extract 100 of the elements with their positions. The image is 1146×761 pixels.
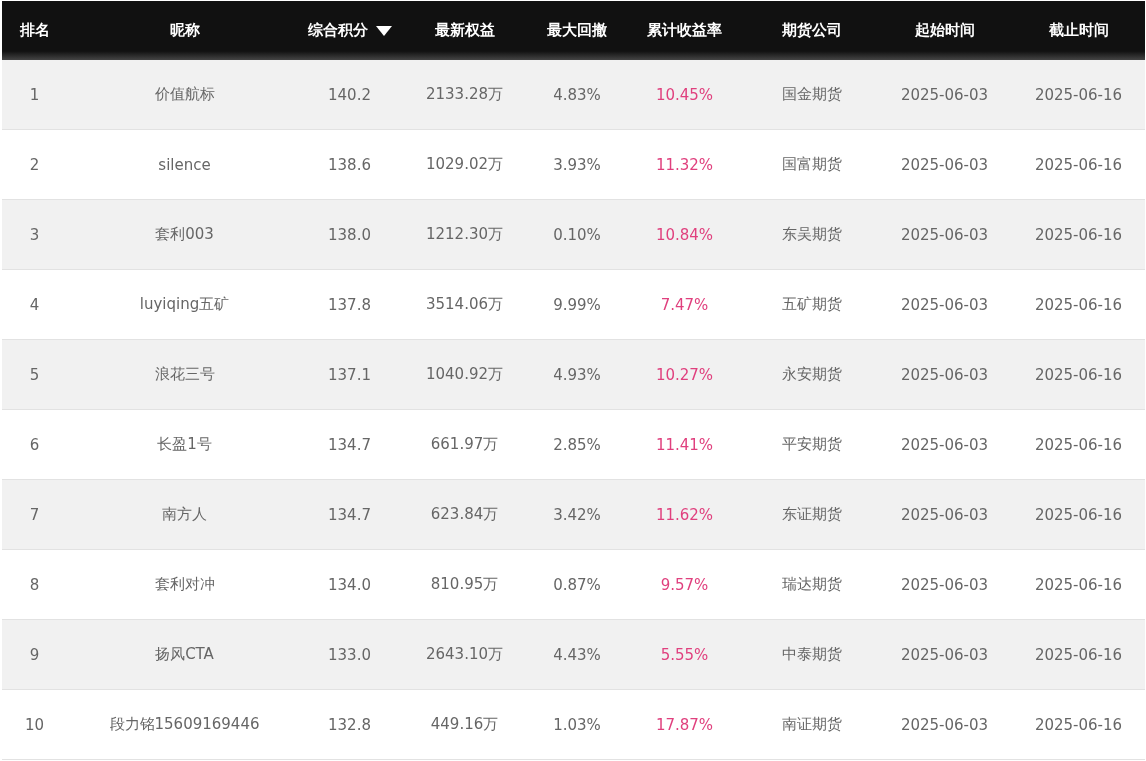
table-cell: 2133.28万: [397, 60, 532, 130]
table-cell: 2025-06-03: [877, 479, 1012, 550]
column-header[interactable]: 截止时间: [1012, 1, 1145, 60]
table-cell: 3514.06万: [397, 269, 532, 340]
table-cell: 7: [2, 479, 67, 550]
column-header[interactable]: 累计收益率: [622, 1, 747, 60]
sort-descending-icon[interactable]: [375, 25, 392, 36]
table-cell: 永安期货: [747, 339, 877, 410]
table-cell: 扬风CTA: [67, 619, 302, 690]
table-cell: 2025-06-16: [1012, 689, 1145, 760]
table-cell: 133.0: [302, 619, 397, 690]
table-cell: 9.99%: [532, 269, 622, 340]
table-cell: 东吴期货: [747, 199, 877, 270]
table-cell: 2025-06-03: [877, 60, 1012, 130]
table-cell: 2025-06-03: [877, 339, 1012, 410]
table-cell: 10.27%: [622, 339, 747, 410]
table-cell: 2025-06-16: [1012, 619, 1145, 690]
table-cell: 7.47%: [622, 269, 747, 340]
table-cell: 3.42%: [532, 479, 622, 550]
table-cell: 134.0: [302, 549, 397, 620]
table-cell: 2025-06-16: [1012, 129, 1145, 200]
table-cell: silence: [67, 129, 302, 200]
table-cell: 6: [2, 409, 67, 480]
table-cell: 套利对冲: [67, 549, 302, 620]
table-cell: 五矿期货: [747, 269, 877, 340]
column-header[interactable]: 期货公司: [747, 1, 877, 60]
table-cell: 1040.92万: [397, 339, 532, 410]
column-header[interactable]: 最大回撤: [532, 1, 622, 60]
table-cell: 4.43%: [532, 619, 622, 690]
table-cell: 17.87%: [622, 689, 747, 760]
table-cell: 132.8: [302, 689, 397, 760]
table-cell: 134.7: [302, 409, 397, 480]
table-cell: 南证期货: [747, 689, 877, 760]
table-cell: 810.95万: [397, 549, 532, 620]
table-cell: 1029.02万: [397, 129, 532, 200]
table-cell: 11.41%: [622, 409, 747, 480]
table-cell: 138.6: [302, 129, 397, 200]
table-cell: 134.7: [302, 479, 397, 550]
table-cell: 段力铭15609169446: [67, 689, 302, 760]
table-cell: 11.32%: [622, 129, 747, 200]
table-cell: 5.55%: [622, 619, 747, 690]
column-header[interactable]: 起始时间: [877, 1, 1012, 60]
table-cell: 国富期货: [747, 129, 877, 200]
table-cell: 长盈1号: [67, 409, 302, 480]
table-cell: 1212.30万: [397, 199, 532, 270]
column-header[interactable]: 综合积分: [302, 1, 397, 60]
table-cell: 2025-06-16: [1012, 479, 1145, 550]
table-cell: 2025-06-03: [877, 129, 1012, 200]
table-cell: 东证期货: [747, 479, 877, 550]
table-cell: 2025-06-03: [877, 619, 1012, 690]
table-cell: 2025-06-03: [877, 549, 1012, 620]
table-cell: 2025-06-16: [1012, 199, 1145, 270]
table-cell: 2025-06-16: [1012, 549, 1145, 620]
column-header[interactable]: 排名: [2, 1, 67, 60]
table-cell: 1: [2, 60, 67, 130]
table-cell: 国金期货: [747, 60, 877, 130]
table-cell: 10.45%: [622, 60, 747, 130]
table-cell: 4.93%: [532, 339, 622, 410]
table-cell: 套利003: [67, 199, 302, 270]
table-cell: 南方人: [67, 479, 302, 550]
table-cell: 2025-06-03: [877, 409, 1012, 480]
table-cell: 5: [2, 339, 67, 410]
table-cell: 1.03%: [532, 689, 622, 760]
table-cell: 平安期货: [747, 409, 877, 480]
table-cell: 10: [2, 689, 67, 760]
table-cell: 4: [2, 269, 67, 340]
column-header[interactable]: 昵称: [67, 1, 302, 60]
table-cell: 2025-06-03: [877, 199, 1012, 270]
table-cell: 2025-06-03: [877, 689, 1012, 760]
table-cell: 449.16万: [397, 689, 532, 760]
table-cell: 9: [2, 619, 67, 690]
table-cell: 10.84%: [622, 199, 747, 270]
table-cell: 2025-06-16: [1012, 409, 1145, 480]
table-cell: 2025-06-16: [1012, 339, 1145, 410]
table-cell: 2025-06-16: [1012, 60, 1145, 130]
table-cell: luyiqing五矿: [67, 269, 302, 340]
table-cell: 2643.10万: [397, 619, 532, 690]
table-cell: 2025-06-16: [1012, 269, 1145, 340]
table-cell: 0.87%: [532, 549, 622, 620]
table-cell: 2.85%: [532, 409, 622, 480]
table-cell: 浪花三号: [67, 339, 302, 410]
table-cell: 3.93%: [532, 129, 622, 200]
table-cell: 138.0: [302, 199, 397, 270]
table-cell: 9.57%: [622, 549, 747, 620]
table-cell: 4.83%: [532, 60, 622, 130]
table-cell: 0.10%: [532, 199, 622, 270]
table-cell: 2: [2, 129, 67, 200]
table-cell: 8: [2, 549, 67, 620]
table-cell: 2025-06-03: [877, 269, 1012, 340]
table-cell: 3: [2, 199, 67, 270]
table-cell: 623.84万: [397, 479, 532, 550]
table-cell: 661.97万: [397, 409, 532, 480]
table-cell: 价值航标: [67, 60, 302, 130]
table-cell: 中泰期货: [747, 619, 877, 690]
table-cell: 11.62%: [622, 479, 747, 550]
column-header[interactable]: 最新权益: [397, 1, 532, 60]
table-cell: 137.8: [302, 269, 397, 340]
table-cell: 137.1: [302, 339, 397, 410]
table-cell: 140.2: [302, 60, 397, 130]
table-cell: 瑞达期货: [747, 549, 877, 620]
